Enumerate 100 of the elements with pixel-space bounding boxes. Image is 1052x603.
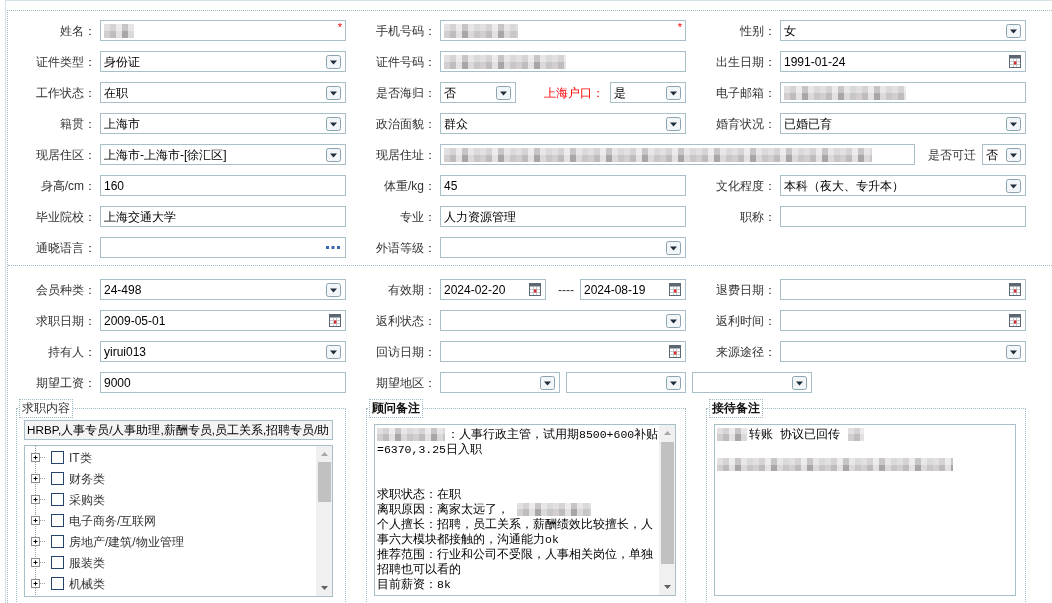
- scrollbar[interactable]: [659, 425, 675, 595]
- text-field[interactable]: [780, 206, 1026, 227]
- dropdown-icon[interactable]: [1006, 147, 1021, 162]
- scrollbar-thumb[interactable]: [317, 462, 331, 502]
- calendar-icon[interactable]: [329, 314, 341, 327]
- field-label: 现居住区：: [36, 147, 96, 162]
- field-label: 电子邮箱：: [716, 85, 776, 100]
- date-field[interactable]: 2009-05-01: [100, 310, 346, 331]
- date-field[interactable]: [440, 341, 686, 362]
- calendar-icon[interactable]: [529, 283, 541, 296]
- dropdown-field[interactable]: [440, 237, 686, 258]
- checkbox[interactable]: [51, 577, 64, 590]
- dropdown-field[interactable]: 是: [610, 82, 686, 103]
- checkbox[interactable]: [51, 472, 64, 485]
- notes-textarea[interactable]: 转账 协议已回传: [714, 424, 1016, 596]
- dropdown-field[interactable]: 上海市-上海市-[徐汇区]: [100, 144, 346, 165]
- text-field[interactable]: *: [100, 20, 346, 41]
- dropdown-field[interactable]: 在职: [100, 82, 346, 103]
- dropdown-field[interactable]: [440, 372, 560, 393]
- text-field[interactable]: 人力资源管理: [440, 206, 686, 227]
- dropdown-icon[interactable]: [666, 116, 681, 131]
- picker-field[interactable]: [100, 237, 346, 258]
- dropdown-icon[interactable]: [666, 240, 681, 255]
- dropdown-icon[interactable]: [326, 344, 341, 359]
- scrollbar[interactable]: [316, 446, 332, 596]
- dropdown-icon[interactable]: [1006, 344, 1021, 359]
- checkbox[interactable]: [51, 535, 64, 548]
- category-label[interactable]: 服装类: [69, 555, 105, 570]
- dropdown-field[interactable]: 女: [780, 20, 1026, 41]
- text-field[interactable]: [780, 82, 1026, 103]
- dropdown-field[interactable]: 已婚已育: [780, 113, 1026, 134]
- scroll-down-icon[interactable]: [663, 585, 671, 589]
- notes-textarea[interactable]: ：人事行政主管，试用期8500+600补贴 =6370,3.25日入职 求职状态：在职 离职原因：离家太远了， 个人擅长：招聘，员工关系，薪酬绩效比较擅长，人 事六大模块都接触的，沟通能力ok 推荐范围：行业和公司不受限，人事相关岗位，单独 招聘也可以看的 目前薪资：8k: [374, 424, 676, 596]
- dropdown-field[interactable]: 24-498: [100, 279, 346, 300]
- dropdown-icon[interactable]: [1006, 116, 1021, 131]
- calendar-icon[interactable]: [1009, 283, 1021, 296]
- date-field[interactable]: [780, 279, 1026, 300]
- text-field[interactable]: [440, 144, 915, 165]
- more-icon[interactable]: [326, 246, 340, 249]
- dropdown-icon[interactable]: [1006, 178, 1021, 193]
- expand-icon[interactable]: [31, 453, 46, 462]
- dropdown-field[interactable]: [692, 372, 812, 393]
- checkbox[interactable]: [51, 556, 64, 569]
- field-label: 身高/cm：: [40, 178, 96, 193]
- category-label[interactable]: 财务类: [69, 471, 105, 486]
- checkbox[interactable]: [51, 514, 64, 527]
- dropdown-field[interactable]: 上海市: [100, 113, 346, 134]
- dropdown-icon[interactable]: [666, 313, 681, 328]
- text-field[interactable]: 9000: [100, 372, 346, 393]
- category-label[interactable]: IT类: [69, 450, 92, 465]
- calendar-icon[interactable]: [1009, 55, 1021, 68]
- dropdown-icon[interactable]: [326, 54, 341, 69]
- checkbox[interactable]: [51, 493, 64, 506]
- category-label[interactable]: 电子商务/互联网: [69, 513, 157, 528]
- expand-icon[interactable]: [31, 516, 46, 525]
- expand-icon[interactable]: [31, 474, 46, 483]
- text-field[interactable]: 160: [100, 175, 346, 196]
- category-label[interactable]: 机械类: [69, 576, 105, 591]
- text-field[interactable]: 上海交通大学: [100, 206, 346, 227]
- date-field[interactable]: 1991-01-24: [780, 51, 1026, 72]
- dropdown-field[interactable]: [780, 341, 1026, 362]
- calendar-icon[interactable]: [1009, 314, 1021, 327]
- text-field[interactable]: [440, 51, 686, 72]
- category-label[interactable]: 房地产/建筑/物业管理: [69, 534, 184, 549]
- dropdown-icon[interactable]: [326, 282, 341, 297]
- category-label[interactable]: 采购类: [69, 492, 105, 507]
- date-field[interactable]: 2024-02-20: [440, 279, 546, 300]
- calendar-icon[interactable]: [669, 283, 681, 296]
- checkbox[interactable]: [51, 451, 64, 464]
- expand-icon[interactable]: [31, 558, 46, 567]
- text-field[interactable]: *: [440, 20, 686, 41]
- summary-field[interactable]: HRBP,人事专员/人事助理,薪酬专员,员工关系,招聘专员/助: [24, 420, 333, 440]
- text-field[interactable]: 45: [440, 175, 686, 196]
- dropdown-field[interactable]: 否: [440, 82, 516, 103]
- dropdown-icon[interactable]: [666, 85, 681, 100]
- expand-icon[interactable]: [31, 495, 46, 504]
- expand-icon[interactable]: [31, 537, 46, 546]
- dropdown-icon[interactable]: [540, 375, 555, 390]
- dropdown-icon[interactable]: [326, 147, 341, 162]
- dropdown-icon[interactable]: [326, 85, 341, 100]
- dropdown-field[interactable]: 本科（夜大、专升本）: [780, 175, 1026, 196]
- dropdown-field[interactable]: [566, 372, 686, 393]
- date-field[interactable]: 2024-08-19: [580, 279, 686, 300]
- scrollbar-thumb[interactable]: [660, 442, 674, 564]
- dropdown-field[interactable]: 群众: [440, 113, 686, 134]
- scroll-down-icon[interactable]: [320, 586, 328, 590]
- calendar-icon[interactable]: [669, 345, 681, 358]
- field-label: 籍贯：: [60, 116, 96, 131]
- dropdown-field[interactable]: 否: [982, 144, 1026, 165]
- dropdown-icon[interactable]: [666, 375, 681, 390]
- expand-icon[interactable]: [31, 579, 46, 588]
- dropdown-icon[interactable]: [1006, 23, 1021, 38]
- dropdown-field[interactable]: 身份证: [100, 51, 346, 72]
- dropdown-icon[interactable]: [326, 116, 341, 131]
- dropdown-field[interactable]: yirui013: [100, 341, 346, 362]
- dropdown-icon[interactable]: [496, 85, 511, 100]
- dropdown-icon[interactable]: [792, 375, 807, 390]
- date-field[interactable]: [780, 310, 1026, 331]
- dropdown-field[interactable]: [440, 310, 686, 331]
- field-label: 姓名：: [60, 23, 96, 38]
